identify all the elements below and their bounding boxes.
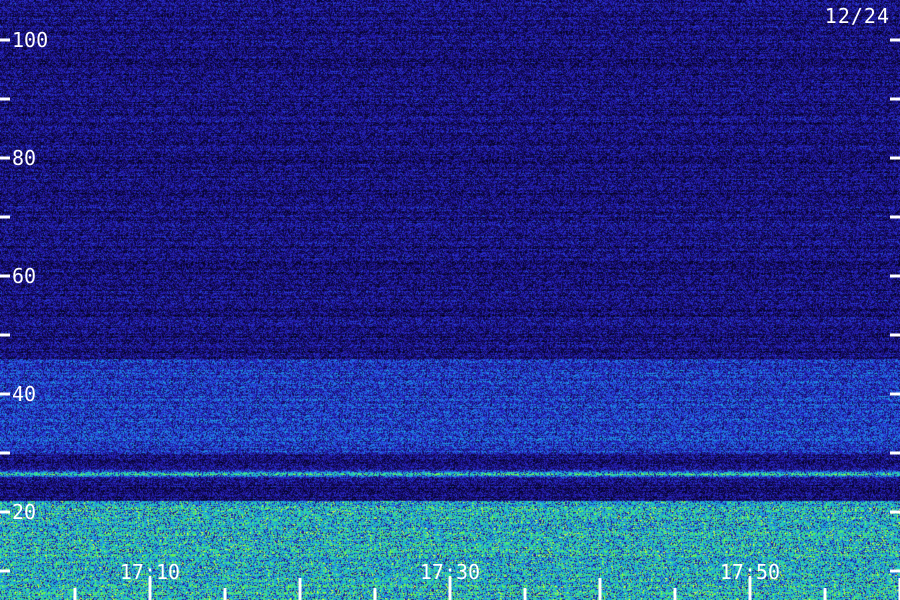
axes-overlay: 20 40 60 80 100 17:10 17:30 17:50	[0, 28, 900, 600]
y-tick-label: 80	[12, 146, 36, 170]
y-tick-label: 20	[12, 500, 36, 524]
x-tick-label: 17:10	[120, 560, 180, 584]
y-tick-label: 100	[12, 28, 48, 52]
x-tick-label: 17:30	[420, 560, 480, 584]
date-label: 12/24	[824, 4, 890, 28]
x-tick-label: 17:50	[720, 560, 780, 584]
y-tick-label: 60	[12, 264, 36, 288]
y-tick-label: 40	[12, 382, 36, 406]
